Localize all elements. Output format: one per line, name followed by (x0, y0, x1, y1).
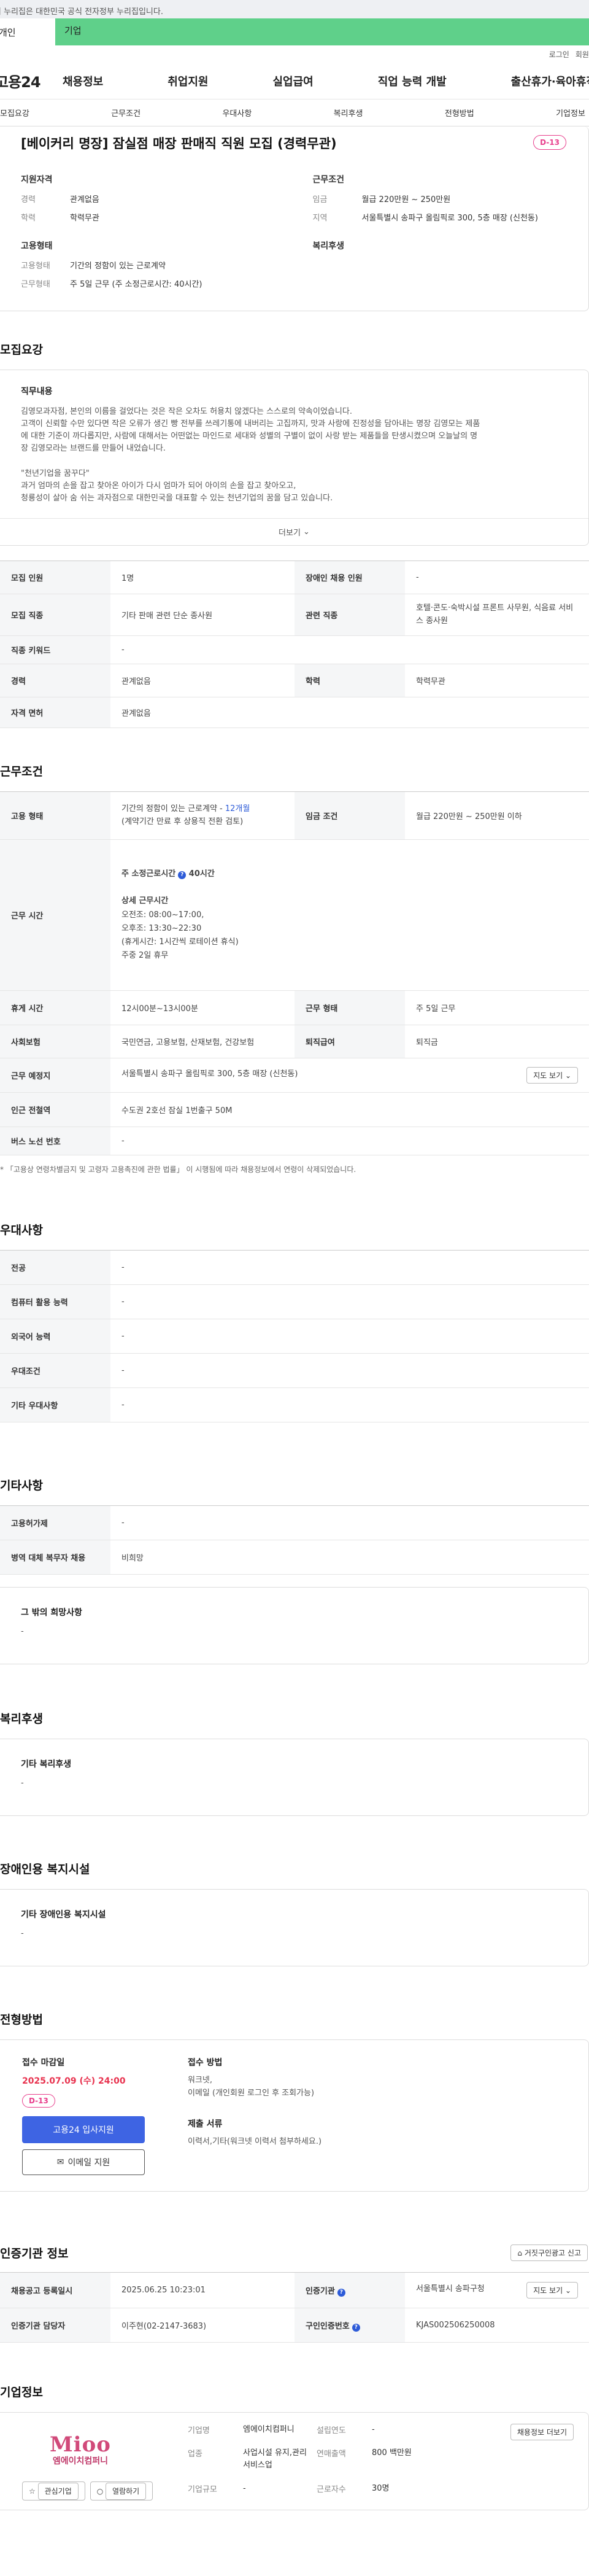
gnb-item-jobs[interactable]: 채용정보 (63, 73, 103, 89)
table-row: 병역 대체 복무자 채용 비희망 (0, 1540, 589, 1575)
subnav-work[interactable]: 근무조건 (111, 107, 141, 118)
pref-table: 전공 - 컴퓨터 활용 능력 - 외국어 능력 - 우대조건 - 기타 우대사항 - (0, 1250, 589, 1423)
table-row: 경력 관계없음 학력 학력무관 (0, 664, 589, 698)
apply-card: 접수 마감일 2025.07.09 (수) 24:00 D-13 고용24 입사… (0, 2039, 589, 2192)
usertype-bar: 개인 기업 (0, 18, 589, 45)
site-logo[interactable]: 고용24 (0, 70, 63, 91)
favorite-company-button[interactable]: ☆ 관심기업 (22, 2481, 85, 2501)
section-cert-title: 인증기관 정보 (0, 2247, 69, 2261)
help-icon[interactable]: ? (178, 871, 187, 880)
table-row: 인근 전철역 수도권 2호선 잠실 1번출구 50M (0, 1092, 589, 1128)
table-row: 기타 우대사항 - (0, 1387, 589, 1423)
table-row: 컴퓨터 활용 능력 - (0, 1284, 589, 1320)
section-apply-title: 전형방법 (0, 2013, 43, 2027)
subnav-apply[interactable]: 전형방법 (445, 107, 474, 118)
signup-link[interactable]: 회원가입 (576, 49, 589, 60)
company-info: 기업명 엠에이치컴퍼니 설립연도 - 업종 사업시설 유지,관리 서비스업 연매출액 8… (188, 2425, 412, 2494)
mail-icon: ✉ (56, 2157, 64, 2168)
deadline: 2025.07.09 (수) 24:00 (22, 2076, 126, 2087)
table-row: 직종 키워드 - (0, 635, 589, 665)
section-work-title: 근무조건 (0, 765, 43, 779)
company-logo: Mioo 엠에이치컴퍼니 (50, 2432, 111, 2467)
subnav-company[interactable]: 기업정보 (556, 107, 585, 118)
age-notice: * 「고용상 연령차별금지 및 고령자 고용촉진에 관한 법률」 이 시행됨에 … (0, 1165, 356, 1174)
company-card: Mioo 엠에이치컴퍼니 ☆ 관심기업 ○ 열람하기 기업명 엠에이치컴퍼니 설립… (0, 2412, 589, 2511)
tab-company[interactable]: 기업 (55, 18, 589, 45)
tab-personal[interactable]: 개인 (0, 18, 55, 45)
table-row: 근무 시간 주 소정근로시간? 40시간 상세 근무시간 오전조: 08:00~… (0, 839, 589, 991)
table-row: 자격 면허 관계없음 (0, 697, 589, 729)
subnav-welfare[interactable]: 복리후생 (334, 107, 363, 118)
recruit-table: 모집 인원 1명 장애인 채용 인원 - 모집 직종 기타 판매 관련 단순 종사원 관련… (0, 561, 589, 729)
duty-card: 직무내용 김영모과자점, 본인의 이름을 걸었다는 것은 작은 오차도 허용치 … (0, 370, 589, 546)
section-disabled-title: 장애인용 복지시설 (0, 1863, 90, 1877)
table-row: 채용공고 등록일시 2025.06.25 10:23:01 인증기관? 서울특별시… (0, 2272, 589, 2309)
help-icon[interactable]: ? (352, 2323, 360, 2332)
table-row: 사회보험 국민연금, 고용보험, 산재보험, 건강보험 퇴직급여 퇴직금 (0, 1025, 589, 1059)
util-links: 로그인 회원가입 (0, 45, 589, 63)
cert-header: 인증기관 정보 ⌂ 거짓구인광고 신고 (0, 2244, 589, 2262)
table-row: 우대조건 - (0, 1353, 589, 1389)
summary-card: [베이커리 명장] 잠실점 매장 판매직 직원 모집 (경력무관) D-13 지… (0, 126, 589, 311)
dday-badge: D-13 (533, 135, 566, 150)
apply-button[interactable]: 고용24 입사지원 (22, 2116, 145, 2144)
section-recruit-title: 모집요강 (0, 343, 43, 357)
login-link[interactable]: 로그인 (549, 49, 569, 60)
gnb-item-leave[interactable]: 출산휴가·육아휴직 (511, 73, 589, 89)
job-title: [베이커리 명장] 잠실점 매장 판매직 직원 모집 (경력무관) (21, 136, 337, 151)
employment-type-section: 고용형태 고용형태 기간의 정함이 있는 근로계약 근무형태 주 5일 근무 (주 … (21, 241, 202, 289)
welfare-box: 기타 복리후생 - (0, 1739, 589, 1817)
table-row: 근무 예정지 서울특별시 송파구 올림픽로 300, 5층 매장 (신천동) 지도… (0, 1058, 589, 1093)
duty-text: 김영모과자점, 본인의 이름을 걸었다는 것은 작은 오차도 허용치 않겠다는 … (21, 407, 480, 503)
section-etc-title: 기타사항 (0, 1479, 43, 1493)
table-row: 버스 노선 번호 - (0, 1127, 589, 1156)
qualification-section: 지원자격 경력 관계없음 학력 학력무관 (21, 175, 99, 223)
subnav-recruit[interactable]: 모집요강 (0, 107, 29, 118)
subnav-pref[interactable]: 우대사항 (222, 107, 252, 118)
dday-badge-2: D-13 (22, 2094, 55, 2108)
disabled-box: 기타 장애인용 복지시설 - (0, 1889, 589, 1967)
gnb-item-training[interactable]: 직업 능력 개발 (378, 73, 447, 89)
gov-banner: 이 누리집은 대한민국 공식 전자정부 누리집입니다. (0, 0, 589, 18)
table-row: 전공 - (0, 1250, 589, 1286)
table-row: 인증기관 담당자 이주현(02-2147-3683) 구인인증번호? KJAS00… (0, 2308, 589, 2343)
table-row: 고용허가제 - (0, 1505, 589, 1541)
etc-table: 고용허가제 - 병역 대체 복무자 채용 비희망 (0, 1505, 589, 1575)
table-row: 모집 인원 1명 장애인 채용 인원 - (0, 561, 589, 595)
hope-box: 그 밖의 희망사항 - (0, 1587, 589, 1665)
gnb-item-support[interactable]: 취업지원 (167, 73, 208, 89)
company-jobs-button[interactable]: 채용정보 더보기 (510, 2424, 574, 2441)
cert-table: 채용공고 등록일시 2025.06.25 10:23:01 인증기관? 서울특별시… (0, 2272, 589, 2343)
more-button[interactable]: 더보기 ⌄ (0, 518, 588, 545)
map-button[interactable]: 지도 보기 ⌄ (526, 1067, 578, 1084)
follow-button[interactable]: ○ 열람하기 (90, 2481, 153, 2501)
table-row: 외국어 능력 - (0, 1319, 589, 1354)
section-company-title: 기업정보 (0, 2386, 43, 2400)
work-table: 고용 형태 기간의 정함이 있는 근로계약 - 12개월 (계약기간 만료 후 상… (0, 791, 589, 1156)
section-pref-title: 우대사항 (0, 1224, 43, 1238)
gnb-item-benefit[interactable]: 실업급여 (273, 73, 314, 89)
help-icon[interactable]: ? (337, 2288, 345, 2297)
welfare-summary-section: 복리후생 (312, 241, 345, 251)
map-button-2[interactable]: 지도 보기 ⌄ (526, 2282, 578, 2299)
table-row: 모집 직종 기타 판매 관련 단순 종사원 관련 직종 호텔·콘도·숙박시설 프론트 … (0, 594, 589, 637)
table-row: 휴게 시간 12시00분~13시00분 근무 형태 주 5일 근무 (0, 990, 589, 1026)
report-button[interactable]: ⌂ 거짓구인광고 신고 (510, 2244, 588, 2262)
email-apply-button[interactable]: ✉ 이메일 지원 (22, 2149, 145, 2176)
gnb-menu: 채용정보 취업지원 실업급여 직업 능력 개발 출산휴가·육아휴직 (63, 73, 589, 89)
global-nav: 고용24 채용정보 취업지원 실업급여 직업 능력 개발 출산휴가·육아휴직 (0, 63, 589, 99)
table-row: 고용 형태 기간의 정함이 있는 근로계약 - 12개월 (계약기간 만료 후 상… (0, 791, 589, 840)
condition-section: 근무조건 임금 월급 220만원 ~ 250만원 지역 서울특별시 송파구 올림픽로… (312, 175, 538, 223)
section-welfare-title: 복리후생 (0, 1712, 43, 1726)
sub-nav: 모집요강 근무조건 우대사항 복리후생 전형방법 기업정보 (0, 99, 589, 126)
